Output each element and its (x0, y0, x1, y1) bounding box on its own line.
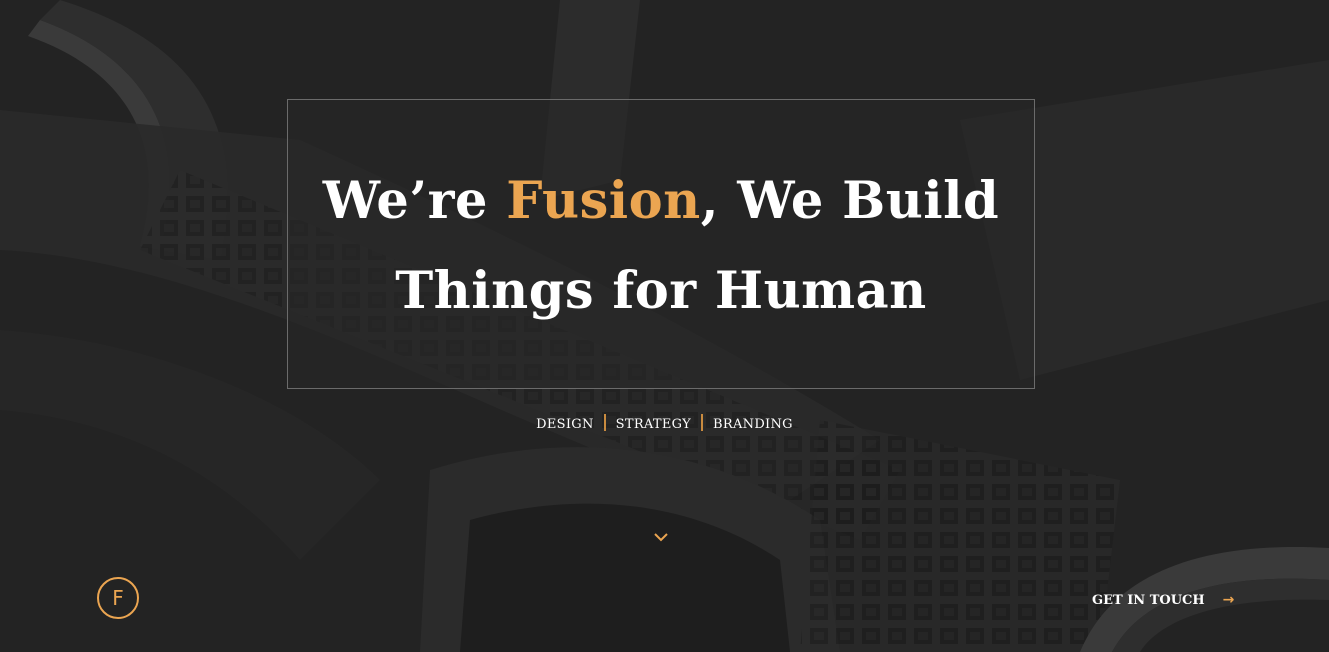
hero-headline: We’re Fusion, We Build Things for Human (288, 156, 1034, 336)
get-in-touch-label: GET IN TOUCH (1092, 592, 1205, 608)
service-strategy: STRATEGY (615, 417, 692, 432)
hero-section: We’re Fusion, We Build Things for Human … (0, 0, 1329, 652)
arrow-right-icon: → (1222, 592, 1235, 608)
service-design: DESIGN (536, 417, 594, 432)
headline-second-line: Things for Human (395, 261, 927, 321)
get-in-touch-link[interactable]: GET IN TOUCH → (1092, 590, 1234, 610)
brand-logo[interactable]: F (97, 577, 139, 619)
chevron-down-icon[interactable] (652, 530, 670, 544)
headline-accent-word: Fusion (506, 171, 701, 231)
services-list: DESIGN STRATEGY BRANDING (0, 414, 1329, 432)
service-branding: BRANDING (713, 417, 793, 432)
headline-frame: We’re Fusion, We Build Things for Human (287, 99, 1035, 389)
headline-text-start: We’re (322, 171, 507, 231)
headline-text-end: , We Build (700, 171, 1000, 231)
